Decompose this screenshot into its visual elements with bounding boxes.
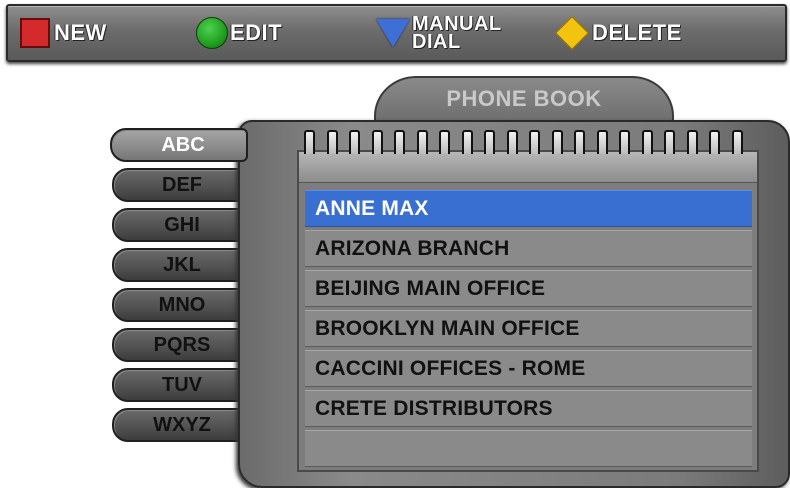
notepad-top-strip bbox=[299, 152, 757, 183]
alpha-tab-label: WXYZ bbox=[153, 413, 211, 436]
binding-ring bbox=[304, 130, 315, 154]
binding-ring bbox=[731, 130, 743, 154]
blue-triangle-icon bbox=[376, 19, 410, 47]
binding-ring bbox=[461, 130, 473, 154]
binding-ring bbox=[686, 130, 698, 154]
binding-ring bbox=[551, 130, 563, 154]
contact-row[interactable]: CRETE DISTRIBUTORS bbox=[305, 390, 752, 427]
alpha-tab-label: DEF bbox=[162, 173, 202, 196]
alpha-tab[interactable]: PQRS bbox=[112, 328, 244, 362]
yellow-diamond-icon bbox=[555, 16, 589, 50]
alpha-tab-label: MNO bbox=[158, 293, 206, 316]
contact-name: BEIJING MAIN OFFICE bbox=[315, 276, 546, 300]
delete-label: DELETE bbox=[592, 20, 682, 45]
alpha-tab[interactable]: JKL bbox=[112, 248, 244, 282]
contact-name: CACCINI OFFICES - ROME bbox=[315, 356, 586, 380]
spiral-binding bbox=[300, 128, 752, 154]
alpha-tab-label: GHI bbox=[164, 213, 200, 236]
binding-ring bbox=[529, 130, 540, 154]
binding-ring bbox=[416, 130, 428, 154]
delete-button[interactable]: DELETE bbox=[554, 6, 682, 60]
alpha-tab-label: TUV bbox=[162, 373, 202, 396]
binding-ring bbox=[574, 130, 585, 154]
contact-row[interactable]: CACCINI OFFICES - ROME bbox=[305, 350, 752, 387]
new-button[interactable]: NEW bbox=[20, 6, 107, 60]
alpha-tab[interactable]: GHI bbox=[112, 208, 244, 242]
binding-ring bbox=[371, 130, 383, 154]
binding-ring bbox=[326, 130, 338, 154]
contact-name: ANNE MAX bbox=[315, 196, 429, 220]
alpha-tab[interactable]: WXYZ bbox=[112, 408, 244, 442]
alpha-tab-label: ABC bbox=[161, 133, 205, 156]
contact-row[interactable] bbox=[305, 430, 752, 467]
alpha-tab-label: JKL bbox=[163, 253, 201, 276]
manual-dial-button[interactable]: MANUAL DIAL bbox=[376, 6, 502, 60]
binding-ring bbox=[349, 130, 360, 154]
alpha-tab[interactable]: DEF bbox=[112, 168, 244, 202]
contact-row[interactable]: BEIJING MAIN OFFICE bbox=[305, 270, 752, 307]
contact-row[interactable]: BROOKLYN MAIN OFFICE bbox=[305, 310, 752, 347]
binding-ring bbox=[619, 130, 630, 154]
alpha-tab[interactable]: ABC bbox=[110, 128, 248, 162]
contact-name: ARIZONA BRANCH bbox=[315, 236, 510, 260]
phone-book-tab: PHONE BOOK bbox=[374, 76, 674, 122]
binding-ring bbox=[664, 130, 675, 154]
alpha-tab[interactable]: MNO bbox=[112, 288, 244, 322]
binding-ring bbox=[439, 130, 450, 154]
new-label: NEW bbox=[54, 20, 107, 45]
green-circle-icon bbox=[196, 17, 228, 49]
binding-ring bbox=[596, 130, 608, 154]
contact-name: CRETE DISTRIBUTORS bbox=[315, 396, 553, 420]
edit-button[interactable]: EDIT bbox=[196, 6, 282, 60]
alpha-tab-label: PQRS bbox=[153, 333, 211, 356]
binding-ring bbox=[394, 130, 405, 154]
contact-name: BROOKLYN MAIN OFFICE bbox=[315, 316, 580, 340]
phone-book-title: PHONE BOOK bbox=[446, 86, 602, 111]
binding-ring bbox=[506, 130, 518, 154]
alpha-tab[interactable]: TUV bbox=[112, 368, 244, 402]
contact-row[interactable]: ARIZONA BRANCH bbox=[305, 230, 752, 267]
contact-row[interactable]: ANNE MAX bbox=[305, 190, 752, 227]
softkey-toolbar: NEW EDIT MANUAL DIAL DELETE bbox=[6, 4, 787, 62]
binding-ring bbox=[641, 130, 653, 154]
red-square-icon bbox=[20, 18, 50, 48]
binding-ring bbox=[484, 130, 495, 154]
binding-ring bbox=[709, 130, 720, 154]
edit-label: EDIT bbox=[230, 20, 283, 45]
manual-dial-label: MANUAL DIAL bbox=[412, 13, 502, 53]
